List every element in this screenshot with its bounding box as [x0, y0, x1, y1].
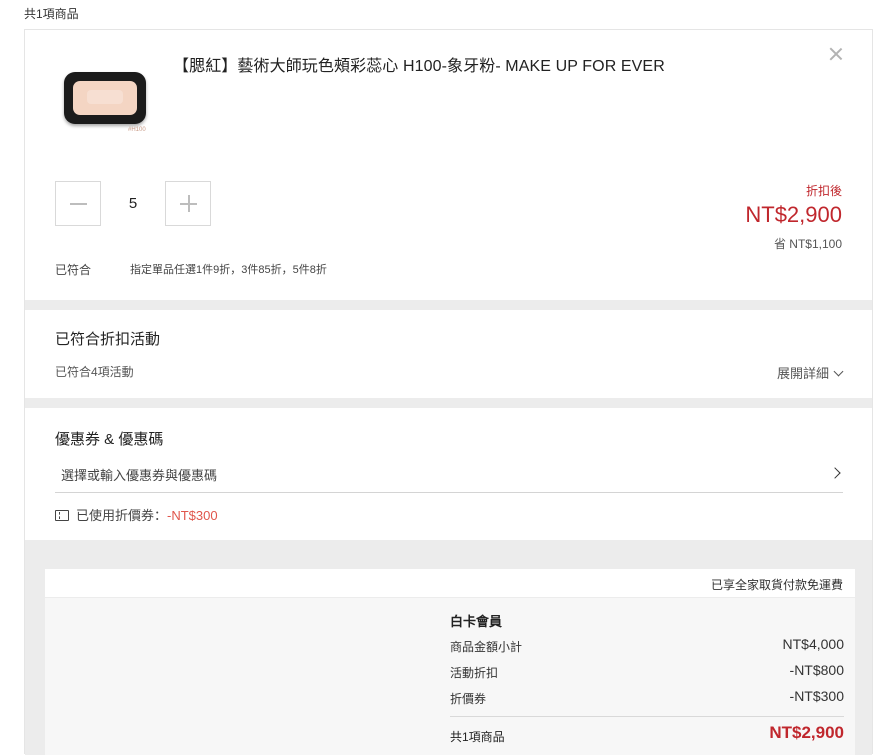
shade-code: #H100 [128, 127, 146, 133]
coupon-used: 已使用折價券：-NT$300 [55, 505, 218, 524]
price-label: 折扣後 [805, 184, 842, 198]
coupons-section: 優惠券 & 優惠碼 選擇或輸入優惠券與優惠碼 已使用折價券：-NT$300 [25, 408, 872, 540]
summary-row-value: NT$4,000 [782, 636, 844, 652]
summary-row-label: 折價券 [450, 692, 487, 706]
section-divider [25, 398, 872, 408]
product-image[interactable]: #H100 [55, 66, 155, 138]
order-summary: 已享全家取貨付款免運費 白卡會員 商品金額小計 NT$4,000 活動折扣 -N… [25, 540, 872, 755]
summary-row-label: 商品金額小計 [450, 640, 523, 654]
shipping-note-bar: 已享全家取貨付款免運費 [45, 569, 855, 597]
coupons-title: 優惠券 & 優惠碼 [55, 431, 164, 448]
minus-icon[interactable] [55, 181, 101, 226]
coupon-used-label: 已使用折價券： [76, 508, 168, 523]
expand-details-label: 展開詳細 [776, 366, 829, 381]
coupon-select-button[interactable]: 選擇或輸入優惠券與優惠碼 [55, 455, 843, 493]
summary-box: 白卡會員 商品金額小計 NT$4,000 活動折扣 -NT$800 折價券 -N… [45, 598, 855, 755]
activities-count: 已符合4項活動 [55, 365, 134, 379]
promo-status: 已符合 [55, 263, 92, 277]
price-final: NT$2,900 [745, 202, 842, 227]
coupon-select-label: 選擇或輸入優惠券與優惠碼 [61, 468, 218, 483]
shipping-note: 已享全家取貨付款免運費 [710, 578, 843, 592]
summary-divider [450, 716, 844, 717]
summary-row-label: 活動折扣 [450, 666, 499, 680]
summary-row-coupon: 折價券 -NT$300 [450, 688, 844, 707]
coupon-used-amount: -NT$300 [167, 508, 218, 523]
section-divider [25, 300, 872, 310]
close-icon[interactable] [829, 47, 843, 61]
chevron-right-icon [829, 467, 841, 479]
cart-item-count: 共1項商品 [24, 7, 79, 21]
chevron-down-icon [833, 366, 844, 377]
compact-case [64, 72, 146, 124]
price-saved: 省 NT$1,100 [773, 237, 842, 251]
cart-panel: #H100 【腮紅】藝術大師玩色頰彩蕊心 H100-象牙粉- MAKE UP F… [24, 29, 873, 755]
summary-row-subtotal: 商品金額小計 NT$4,000 [450, 636, 844, 655]
plus-icon[interactable] [165, 181, 211, 226]
member-level: 白卡會員 [450, 614, 503, 629]
total-label: 共1項商品 [450, 730, 505, 744]
activities-title: 已符合折扣活動 [55, 331, 161, 348]
product-card: #H100 【腮紅】藝術大師玩色頰彩蕊心 H100-象牙粉- MAKE UP F… [25, 30, 872, 300]
summary-total: 共1項商品 NT$2,900 [450, 723, 844, 745]
total-value: NT$2,900 [769, 723, 844, 742]
ticket-icon [55, 510, 69, 521]
promo-rule: 指定單品任選1件9折，3件85折，5件8折 [130, 264, 327, 276]
compact-pan [73, 81, 137, 115]
summary-row-value: -NT$300 [789, 688, 844, 704]
expand-details-button[interactable]: 展開詳細 [776, 363, 844, 382]
discount-activities: 已符合折扣活動 已符合4項活動 展開詳細 [25, 310, 872, 398]
summary-row-value: -NT$800 [789, 662, 844, 678]
quantity-value[interactable]: 5 [123, 195, 143, 212]
product-name[interactable]: 【腮紅】藝術大師玩色頰彩蕊心 H100-象牙粉- MAKE UP FOR EVE… [173, 52, 665, 76]
summary-row-activity-discount: 活動折扣 -NT$800 [450, 662, 844, 681]
